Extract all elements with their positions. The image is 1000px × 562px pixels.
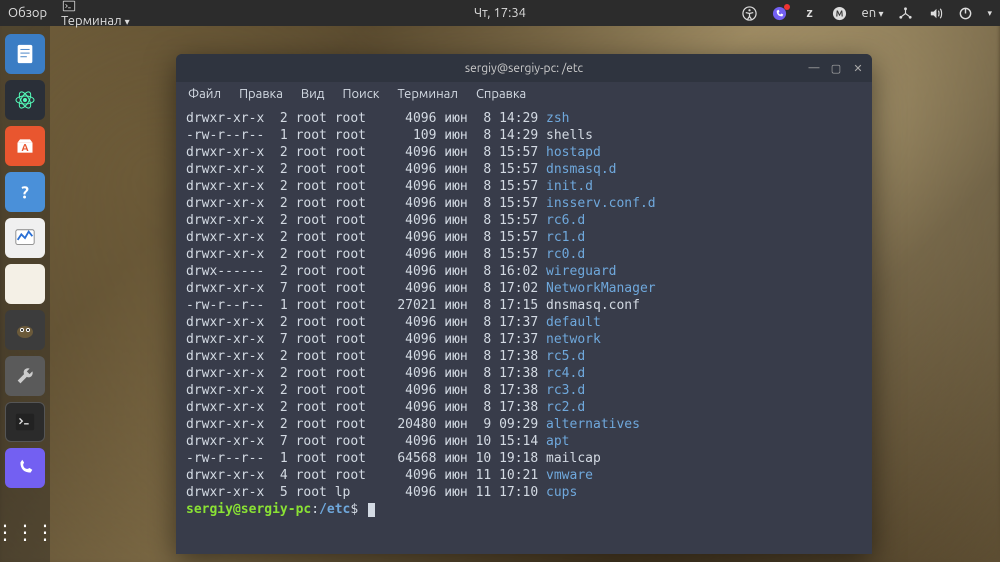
app-menu-label: Терминал (61, 14, 121, 28)
gnome-top-bar: Обзор Терминал Чт, 17:34 z M en ▾ (0, 0, 1000, 26)
menu-edit[interactable]: Правка (239, 87, 283, 101)
terminal-output[interactable]: drwxr-xr-x 2 root root 4096 июн 8 14:29 … (176, 106, 872, 554)
activities-button[interactable]: Обзор (8, 6, 47, 20)
dock-app-viber[interactable] (5, 448, 45, 488)
volume-icon[interactable] (927, 5, 943, 21)
dock-app-tweaks[interactable] (5, 356, 45, 396)
menu-search[interactable]: Поиск (342, 87, 379, 101)
terminal-window: sergiy@sergiy-pc: /etc — ▢ ✕ Файл Правка… (176, 54, 872, 554)
accessibility-icon[interactable] (742, 5, 758, 21)
tray-icon-m[interactable]: M (832, 5, 848, 21)
dock: A ? ⋮⋮⋮ (0, 26, 50, 562)
viber-tray-icon[interactable] (772, 5, 788, 21)
dock-app-gimp[interactable] (5, 310, 45, 350)
app-menu[interactable]: Терминал (61, 0, 129, 28)
keyboard-layout-indicator[interactable]: en (862, 6, 884, 20)
dock-show-apps[interactable]: ⋮⋮⋮ (5, 512, 45, 552)
dock-app-software[interactable]: A (5, 126, 45, 166)
network-icon[interactable] (897, 5, 913, 21)
menu-help[interactable]: Справка (476, 87, 526, 101)
window-maximize-button[interactable]: ▢ (828, 60, 844, 76)
svg-text:A: A (21, 142, 28, 153)
svg-text:M: M (836, 8, 844, 18)
window-title: sergiy@sergiy-pc: /etc (465, 62, 583, 75)
menu-terminal[interactable]: Терминал (397, 87, 457, 101)
dock-app-terminal[interactable] (5, 402, 45, 442)
window-titlebar[interactable]: sergiy@sergiy-pc: /etc — ▢ ✕ (176, 54, 872, 82)
dock-app-egg[interactable] (5, 264, 45, 304)
dock-app-notes[interactable] (5, 34, 45, 74)
menu-file[interactable]: Файл (188, 87, 221, 101)
dock-app-system-monitor[interactable] (5, 218, 45, 258)
system-menu-arrow[interactable]: ▾ (987, 8, 992, 19)
terminal-menubar: Файл Правка Вид Поиск Терминал Справка (176, 82, 872, 106)
dock-app-atom[interactable] (5, 80, 45, 120)
dock-app-help[interactable]: ? (5, 172, 45, 212)
terminal-icon (61, 0, 77, 14)
window-minimize-button[interactable]: — (806, 60, 822, 76)
power-icon[interactable] (957, 5, 973, 21)
clock[interactable]: Чт, 17:34 (474, 6, 526, 20)
svg-text:?: ? (21, 184, 29, 203)
window-close-button[interactable]: ✕ (850, 60, 866, 76)
tray-icon-z[interactable]: z (802, 5, 818, 21)
menu-view[interactable]: Вид (301, 87, 325, 101)
